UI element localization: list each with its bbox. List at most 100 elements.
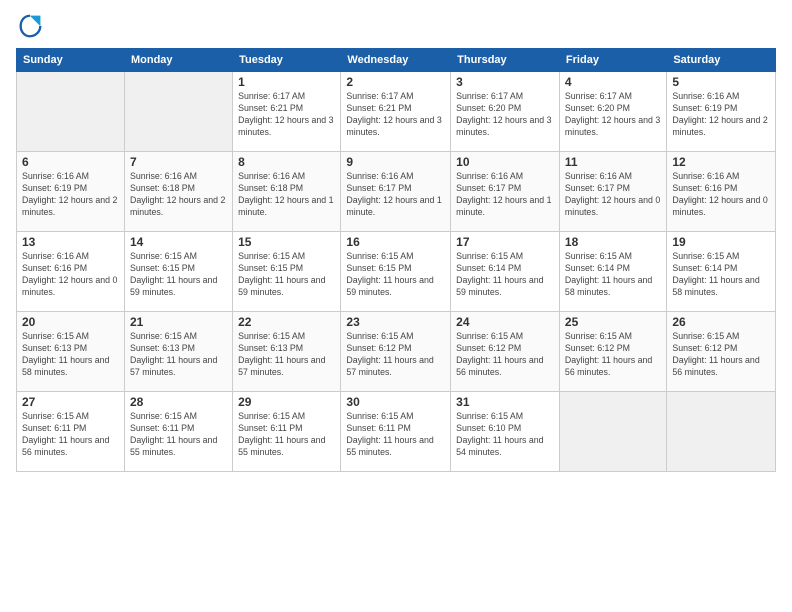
calendar-cell: 4 Sunrise: 6:17 AM Sunset: 6:20 PM Daylig…: [559, 72, 666, 152]
date-number: 8: [238, 155, 335, 169]
cell-info: Sunrise: 6:17 AM Sunset: 6:21 PM Dayligh…: [346, 91, 445, 139]
cell-info: Sunrise: 6:15 AM Sunset: 6:15 PM Dayligh…: [346, 251, 445, 299]
cell-info: Sunrise: 6:15 AM Sunset: 6:13 PM Dayligh…: [130, 331, 227, 379]
cell-info: Sunrise: 6:15 AM Sunset: 6:12 PM Dayligh…: [346, 331, 445, 379]
calendar-cell: 31Sunrise: 6:15 AM Sunset: 6:10 PM Dayli…: [451, 392, 560, 472]
cell-info: Sunrise: 6:16 AM Sunset: 6:17 PM Dayligh…: [346, 171, 445, 219]
date-number: 1: [238, 75, 335, 89]
date-number: 31: [456, 395, 554, 409]
date-number: 15: [238, 235, 335, 249]
cell-info: Sunrise: 6:15 AM Sunset: 6:11 PM Dayligh…: [22, 411, 119, 459]
calendar-cell: 25 Sunrise: 6:15 AM Sunset: 6:12 PM Dayli…: [559, 312, 666, 392]
cell-info: Sunrise: 6:16 AM Sunset: 6:16 PM Dayligh…: [22, 251, 119, 299]
date-number: 9: [346, 155, 445, 169]
date-number: 21: [130, 315, 227, 329]
calendar-header-row: SundayMondayTuesdayWednesdayThursdayFrid…: [17, 49, 776, 72]
calendar-cell: [17, 72, 125, 152]
date-number: 14: [130, 235, 227, 249]
cell-info: Sunrise: 6:16 AM Sunset: 6:17 PM Dayligh…: [456, 171, 554, 219]
calendar-cell: 1 Sunrise: 6:17 AM Sunset: 6:21 PM Daylig…: [233, 72, 341, 152]
week-row-4: 20 Sunrise: 6:15 AM Sunset: 6:13 PM Dayli…: [17, 312, 776, 392]
calendar-cell: 6 Sunrise: 6:16 AM Sunset: 6:19 PM Daylig…: [17, 152, 125, 232]
cell-info: Sunrise: 6:17 AM Sunset: 6:21 PM Dayligh…: [238, 91, 335, 139]
calendar-cell: 30 Sunrise: 6:15 AM Sunset: 6:11 PM Dayli…: [341, 392, 451, 472]
date-number: 22: [238, 315, 335, 329]
calendar-cell: 5 Sunrise: 6:16 AM Sunset: 6:19 PM Daylig…: [667, 72, 776, 152]
week-row-3: 13 Sunrise: 6:16 AM Sunset: 6:16 PM Dayli…: [17, 232, 776, 312]
cell-info: Sunrise: 6:15 AM Sunset: 6:14 PM Dayligh…: [672, 251, 770, 299]
date-number: 23: [346, 315, 445, 329]
day-header-tuesday: Tuesday: [233, 49, 341, 72]
date-number: 29: [238, 395, 335, 409]
calendar-cell: 3 Sunrise: 6:17 AM Sunset: 6:20 PM Daylig…: [451, 72, 560, 152]
cell-info: Sunrise: 6:16 AM Sunset: 6:16 PM Dayligh…: [672, 171, 770, 219]
cell-info: Sunrise: 6:16 AM Sunset: 6:17 PM Dayligh…: [565, 171, 661, 219]
calendar-cell: 9 Sunrise: 6:16 AM Sunset: 6:17 PM Daylig…: [341, 152, 451, 232]
date-number: 4: [565, 75, 661, 89]
date-number: 25: [565, 315, 661, 329]
date-number: 6: [22, 155, 119, 169]
calendar-cell: 26 Sunrise: 6:15 AM Sunset: 6:12 PM Dayli…: [667, 312, 776, 392]
cell-info: Sunrise: 6:16 AM Sunset: 6:19 PM Dayligh…: [22, 171, 119, 219]
cell-info: Sunrise: 6:15 AM Sunset: 6:12 PM Dayligh…: [565, 331, 661, 379]
calendar-cell: 7Sunrise: 6:16 AM Sunset: 6:18 PM Daylig…: [124, 152, 232, 232]
calendar-cell: 17 Sunrise: 6:15 AM Sunset: 6:14 PM Dayli…: [451, 232, 560, 312]
calendar-cell: 29 Sunrise: 6:15 AM Sunset: 6:11 PM Dayli…: [233, 392, 341, 472]
calendar-cell: 10Sunrise: 6:16 AM Sunset: 6:17 PM Dayli…: [451, 152, 560, 232]
calendar-cell: 24 Sunrise: 6:15 AM Sunset: 6:12 PM Dayli…: [451, 312, 560, 392]
cell-info: Sunrise: 6:15 AM Sunset: 6:14 PM Dayligh…: [456, 251, 554, 299]
date-number: 12: [672, 155, 770, 169]
cell-info: Sunrise: 6:15 AM Sunset: 6:13 PM Dayligh…: [238, 331, 335, 379]
header: [16, 12, 776, 40]
calendar-cell: 28Sunrise: 6:15 AM Sunset: 6:11 PM Dayli…: [124, 392, 232, 472]
week-row-1: 1 Sunrise: 6:17 AM Sunset: 6:21 PM Daylig…: [17, 72, 776, 152]
cell-info: Sunrise: 6:15 AM Sunset: 6:13 PM Dayligh…: [22, 331, 119, 379]
date-number: 20: [22, 315, 119, 329]
day-header-sunday: Sunday: [17, 49, 125, 72]
day-header-friday: Friday: [559, 49, 666, 72]
cell-info: Sunrise: 6:17 AM Sunset: 6:20 PM Dayligh…: [456, 91, 554, 139]
cell-info: Sunrise: 6:16 AM Sunset: 6:18 PM Dayligh…: [130, 171, 227, 219]
cell-info: Sunrise: 6:15 AM Sunset: 6:12 PM Dayligh…: [672, 331, 770, 379]
date-number: 26: [672, 315, 770, 329]
date-number: 28: [130, 395, 227, 409]
cell-info: Sunrise: 6:15 AM Sunset: 6:12 PM Dayligh…: [456, 331, 554, 379]
calendar-cell: [667, 392, 776, 472]
calendar-cell: 21 Sunrise: 6:15 AM Sunset: 6:13 PM Dayli…: [124, 312, 232, 392]
calendar-cell: 12 Sunrise: 6:16 AM Sunset: 6:16 PM Dayli…: [667, 152, 776, 232]
date-number: 11: [565, 155, 661, 169]
cell-info: Sunrise: 6:17 AM Sunset: 6:20 PM Dayligh…: [565, 91, 661, 139]
cell-info: Sunrise: 6:15 AM Sunset: 6:15 PM Dayligh…: [130, 251, 227, 299]
calendar-cell: 20 Sunrise: 6:15 AM Sunset: 6:13 PM Dayli…: [17, 312, 125, 392]
date-number: 17: [456, 235, 554, 249]
cell-info: Sunrise: 6:15 AM Sunset: 6:14 PM Dayligh…: [565, 251, 661, 299]
date-number: 3: [456, 75, 554, 89]
calendar-cell: 13 Sunrise: 6:16 AM Sunset: 6:16 PM Dayli…: [17, 232, 125, 312]
date-number: 30: [346, 395, 445, 409]
calendar-cell: 8Sunrise: 6:16 AM Sunset: 6:18 PM Daylig…: [233, 152, 341, 232]
calendar-table: SundayMondayTuesdayWednesdayThursdayFrid…: [16, 48, 776, 472]
day-header-saturday: Saturday: [667, 49, 776, 72]
calendar-cell: 19 Sunrise: 6:15 AM Sunset: 6:14 PM Dayli…: [667, 232, 776, 312]
cell-info: Sunrise: 6:15 AM Sunset: 6:11 PM Dayligh…: [238, 411, 335, 459]
calendar-cell: 15 Sunrise: 6:15 AM Sunset: 6:15 PM Dayli…: [233, 232, 341, 312]
date-number: 19: [672, 235, 770, 249]
calendar-cell: 11 Sunrise: 6:16 AM Sunset: 6:17 PM Dayli…: [559, 152, 666, 232]
date-number: 24: [456, 315, 554, 329]
calendar-cell: [124, 72, 232, 152]
calendar-cell: 2Sunrise: 6:17 AM Sunset: 6:21 PM Daylig…: [341, 72, 451, 152]
calendar-cell: 23 Sunrise: 6:15 AM Sunset: 6:12 PM Dayli…: [341, 312, 451, 392]
day-header-wednesday: Wednesday: [341, 49, 451, 72]
week-row-2: 6 Sunrise: 6:16 AM Sunset: 6:19 PM Daylig…: [17, 152, 776, 232]
cell-info: Sunrise: 6:15 AM Sunset: 6:15 PM Dayligh…: [238, 251, 335, 299]
week-row-5: 27 Sunrise: 6:15 AM Sunset: 6:11 PM Dayli…: [17, 392, 776, 472]
date-number: 16: [346, 235, 445, 249]
calendar-cell: [559, 392, 666, 472]
calendar-body: 1 Sunrise: 6:17 AM Sunset: 6:21 PM Daylig…: [17, 72, 776, 472]
cell-info: Sunrise: 6:15 AM Sunset: 6:11 PM Dayligh…: [346, 411, 445, 459]
date-number: 27: [22, 395, 119, 409]
date-number: 5: [672, 75, 770, 89]
date-number: 13: [22, 235, 119, 249]
calendar-cell: 16 Sunrise: 6:15 AM Sunset: 6:15 PM Dayli…: [341, 232, 451, 312]
cell-info: Sunrise: 6:16 AM Sunset: 6:19 PM Dayligh…: [672, 91, 770, 139]
